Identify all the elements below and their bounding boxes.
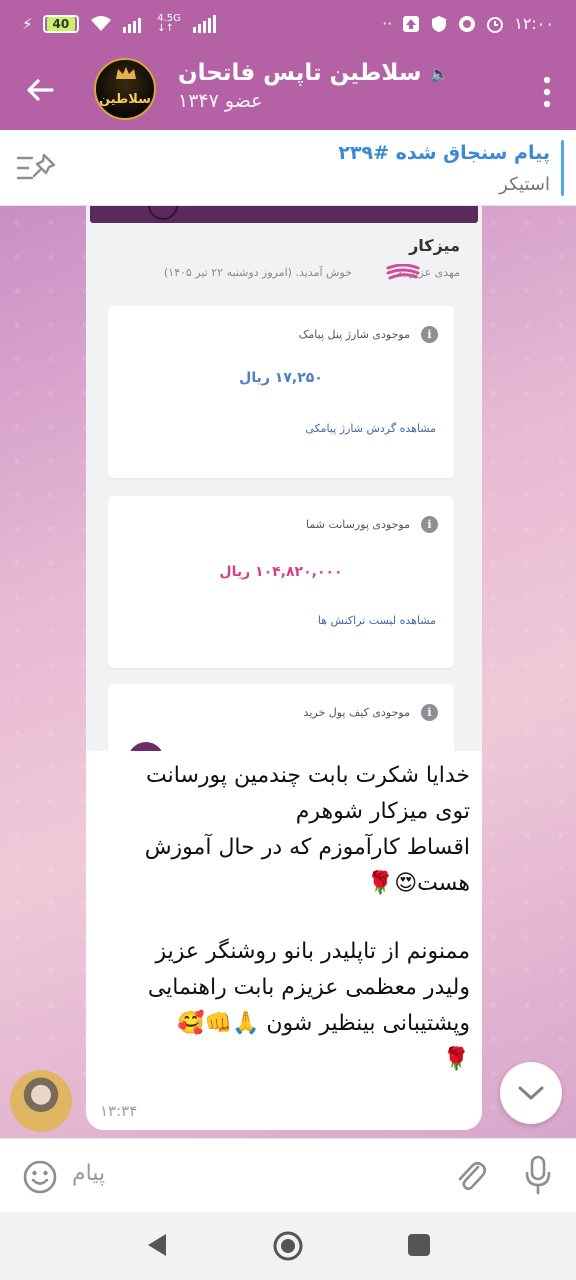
message-bubble[interactable]: میزکار مهدی عزیز به خوش آمدید. (امروز دو…: [86, 206, 482, 1130]
screenshot-avatar-ring: [148, 206, 178, 220]
sender-avatar[interactable]: [10, 1070, 72, 1132]
pinned-list-icon[interactable]: [16, 150, 58, 186]
card-title: موجودی کیف پول خرید: [303, 706, 410, 719]
more-notifications-icon: ··: [382, 14, 393, 33]
card-link: مشاهده لیست تراکنش ها: [317, 614, 436, 627]
card-amount: ۱۰۴,۸۲۰,۰۰۰ ریال: [219, 564, 343, 580]
message-line: خدایا شکرت بابت چندمین پورسانت: [146, 763, 470, 788]
chevron-down-icon: [518, 1086, 544, 1100]
signal-bars-icon: [192, 15, 216, 33]
message-input-bar: پیام: [0, 1138, 576, 1212]
info-icon: i: [421, 326, 438, 343]
chat-header: سلاطین سلاطین تاپس فاتحان 🔈 ۱۳۴۷ عضو: [0, 52, 576, 130]
shield-icon: [432, 15, 447, 32]
message-line: ولیدر معظمی عزیزم بابت راهنمایی: [147, 975, 470, 1000]
card-title: موجودی پورسانت شما: [306, 518, 410, 531]
channel-avatar[interactable]: سلاطین: [94, 58, 156, 120]
battery-level: 40: [46, 17, 76, 31]
card-amount: ۱۷,۲۵۰ ریال: [239, 370, 323, 386]
clock: ۱۲:۰۰: [514, 14, 554, 33]
nav-home-icon[interactable]: [272, 1230, 304, 1262]
network-direction: ↓↑: [157, 23, 175, 34]
microphone-icon[interactable]: [524, 1155, 552, 1195]
screenshot-title: میزکار: [409, 236, 460, 255]
message-text: خدایا شکرت بابت چندمین پورسانت توی میزکا…: [86, 758, 482, 1078]
battery-indicator: 40: [42, 15, 80, 33]
greeting-suffix: خوش آمدید. (امروز دوشنبه ۲۲ تیر ۱۴۰۵): [163, 266, 352, 279]
message-line: هست😍🌹: [366, 871, 470, 896]
message-line: اقساط کارآموزم که در حال آموزش: [144, 835, 470, 860]
message-input[interactable]: پیام: [72, 1161, 105, 1186]
crown-icon: [116, 67, 136, 79]
sms-balance-card: i موجودی شارژ پنل پیامک ۱۷,۲۵۰ ریال مشاه…: [108, 306, 454, 478]
card-link: مشاهده گردش شارژ پیامکی: [305, 422, 436, 435]
wallet-balance-card: i موجودی کیف پول خرید: [108, 684, 454, 751]
nav-recents-icon[interactable]: [408, 1234, 430, 1256]
message-time: ۱۳:۳۴: [100, 1102, 138, 1120]
info-icon: i: [421, 704, 438, 721]
system-nav-bar: [0, 1212, 576, 1280]
vpn-icon: [459, 15, 476, 32]
paperclip-icon[interactable]: [454, 1157, 488, 1195]
chat-info[interactable]: سلاطین تاپس فاتحان 🔈 ۱۳۴۷ عضو: [178, 60, 516, 112]
member-count: ۱۳۴۷ عضو: [178, 90, 263, 112]
more-menu-icon[interactable]: [542, 74, 552, 110]
network-type: 4.5G ↓↑: [157, 14, 181, 34]
info-icon: i: [421, 516, 438, 533]
avatar-text: سلاطین: [99, 92, 151, 107]
message-line: ممنونم از تاپلیدر بانو روشنگر عزیز: [155, 939, 470, 964]
scroll-down-button[interactable]: [500, 1062, 562, 1124]
pinned-message-bar[interactable]: پیام سنجاق شده #۲۳۹ استیکر: [0, 130, 576, 206]
muted-icon: 🔈: [429, 63, 450, 83]
upload-icon: [403, 15, 420, 32]
back-arrow-icon[interactable]: [22, 72, 58, 108]
chat-title: سلاطین تاپس فاتحان 🔈: [178, 60, 516, 86]
screenshot-topbar: [90, 206, 478, 223]
card-title: موجودی شارژ پنل پیامک: [298, 328, 410, 341]
pinned-accent-bar: [561, 140, 564, 196]
charging-icon: ⚡: [22, 15, 33, 33]
message-line: توی میزکار شوهرم: [295, 799, 470, 824]
commission-balance-card: i موجودی پورسانت شما ۱۰۴,۸۲۰,۰۰۰ ریال مش…: [108, 496, 454, 668]
pinned-title: پیام سنجاق شده #۲۳۹: [338, 142, 550, 164]
wifi-icon: [91, 16, 112, 31]
nav-back-icon[interactable]: [146, 1232, 168, 1258]
chat-title-text: سلاطین تاپس فاتحان: [178, 60, 422, 86]
message-image[interactable]: میزکار مهدی عزیز به خوش آمدید. (امروز دو…: [86, 206, 482, 751]
message-line: وپشتیبانی بینظیر شون 🙏👊🥰: [177, 1011, 470, 1036]
pinned-subtitle: استیکر: [499, 174, 550, 195]
emoji-icon[interactable]: [22, 1159, 58, 1195]
redaction-scribble: [386, 264, 420, 280]
status-bar: ⚡ 40 4.5G ↓↑ ·· ۱۲:۰۰: [0, 0, 576, 52]
signal-icon: [123, 18, 142, 33]
message-line: 🌹: [442, 1047, 470, 1072]
alarm-icon: [487, 16, 504, 33]
chat-area[interactable]: میزکار مهدی عزیز به خوش آمدید. (امروز دو…: [0, 206, 576, 1138]
